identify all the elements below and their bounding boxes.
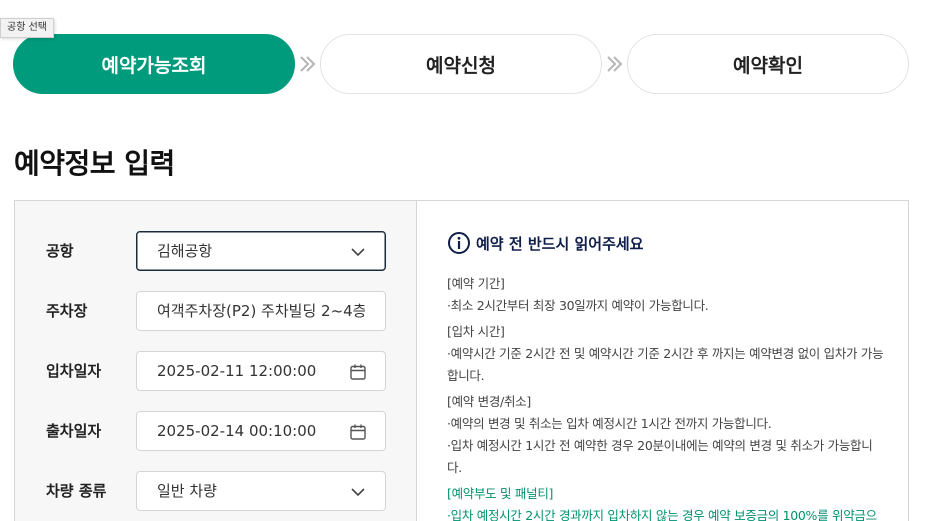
chevron-down-icon [351,248,365,257]
section-title: 예약정보 입력 [14,147,175,180]
step-confirmation[interactable]: 예약확인 [627,34,909,94]
notice-title: 예약 전 반드시 읽어주세요 [476,234,644,253]
notice-body: [예약 기간] ·최소 2시간부터 최장 30일까지 예약이 가능합니다. [입… [447,273,887,521]
entry-date-field[interactable]: 2025-02-11 12:00:00 [136,351,386,391]
parking-value: 여객주차장(P2) 주차빌딩 2~4층 [157,302,365,320]
vehicle-type-value: 일반 차량 [157,482,217,500]
airport-label: 공항 [46,242,74,260]
notice-entry-heading: [입차 시간] [447,324,505,339]
notice-change-line-1: ·예약의 변경 및 취소는 입차 예정시간 1시간 전까지 가능합니다. [447,416,772,431]
calendar-icon[interactable] [349,363,367,381]
notice-header: 예약 전 반드시 읽어주세요 [447,231,887,255]
airport-select[interactable]: 김해공항 [136,231,386,271]
vehicle-type-label: 차량 종류 [46,482,107,500]
exit-date-field[interactable]: 2025-02-14 00:10:00 [136,411,386,451]
entry-date-value: 2025-02-11 12:00:00 [157,362,317,380]
parking-select[interactable]: 여객주차장(P2) 주차빌딩 2~4층 [136,291,386,331]
notice-entry-line: ·예약시간 기준 2시간 전 및 예약시간 기준 2시간 후 까지는 예약변경 … [447,346,884,383]
notice-change-line-2: ·입차 예정시간 1시간 전 예약한 경우 20분이내에는 예약의 변경 및 취… [447,438,873,475]
parking-label: 주차장 [46,302,88,320]
notice-change-heading: [예약 변경/취소] [447,394,531,409]
reservation-form: 공항 김해공항 주차장 여객주차장(P2) 주차빌딩 2~4층 입차일자 202… [15,201,417,521]
notice-period-line: ·최소 2시간부터 최장 30일까지 예약이 가능합니다. [447,298,709,313]
step-application[interactable]: 예약신청 [320,34,602,94]
info-icon [448,232,470,254]
exit-date-label: 출차일자 [46,422,102,440]
reservation-notice: 예약 전 반드시 읽어주세요 [예약 기간] ·최소 2시간부터 최장 30일까… [447,231,887,521]
calendar-icon[interactable] [349,423,367,441]
entry-date-row: 입차일자 2025-02-11 12:00:00 [15,351,417,391]
airport-value: 김해공항 [157,242,213,260]
chevron-down-icon [351,488,365,497]
exit-date-value: 2025-02-14 00:10:00 [157,422,317,440]
vehicle-type-select[interactable]: 일반 차량 [136,471,386,511]
notice-period-heading: [예약 기간] [447,276,505,291]
double-chevron-right-icon [300,56,316,72]
double-chevron-right-icon [607,56,623,72]
reservation-panel: 공항 김해공항 주차장 여객주차장(P2) 주차빌딩 2~4층 입차일자 202… [14,200,909,521]
notice-penalty-heading: [예약부도 및 패널티] [447,486,554,501]
step-availability[interactable]: 예약가능조회 [13,34,295,94]
entry-date-label: 입차일자 [46,362,102,380]
parking-row: 주차장 여객주차장(P2) 주차빌딩 2~4층 [15,291,417,331]
notice-penalty-line: ·입차 예정시간 2시간 경과까지 입차하지 않는 경우 예약 보증금의 100… [447,508,877,521]
reservation-steps: 예약가능조회 예약신청 예약확인 [13,34,909,94]
airport-select-tooltip: 공항 선택 [0,18,54,38]
airport-row: 공항 김해공항 [15,231,417,271]
vehicle-type-row: 차량 종류 일반 차량 [15,471,417,511]
exit-date-row: 출차일자 2025-02-14 00:10:00 [15,411,417,451]
